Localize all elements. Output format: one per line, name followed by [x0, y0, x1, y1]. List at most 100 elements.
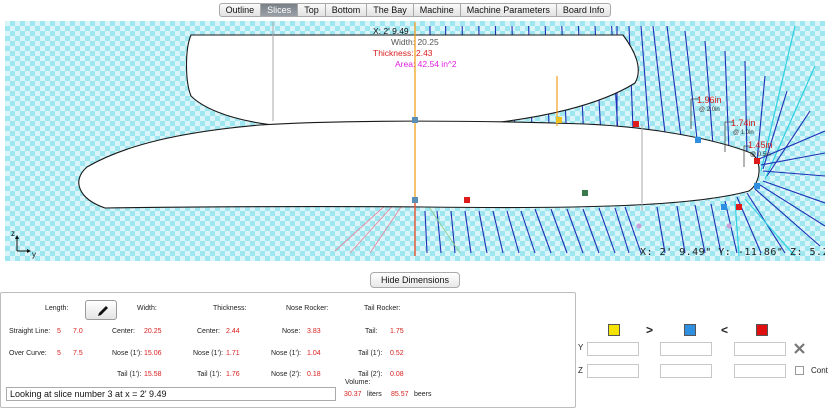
tab-top[interactable]: Top [298, 4, 326, 16]
nose-label: Nose: [282, 328, 301, 335]
slice-station-line [704, 40, 714, 146]
slice-station-line [534, 208, 552, 254]
red-point-swatch[interactable] [756, 324, 768, 336]
tab-bar: Outline Slices Top Bottom The Bay Machine Mach… [218, 3, 612, 17]
slice-station-line [640, 25, 650, 132]
hide-dimensions-button[interactable]: Hide Dimensions [369, 272, 461, 288]
straight-line-ft: 5 [57, 328, 61, 335]
tab-outline[interactable]: Outline [220, 4, 262, 16]
slice-readout: X: 2' 9.49 Width: 20.25 Thickness: 2.43 … [373, 26, 457, 70]
slice-station-line [566, 208, 584, 254]
control-point[interactable] [412, 117, 418, 123]
control-point[interactable] [754, 158, 760, 164]
tail-rocker-label: Tail Rocker: [364, 305, 401, 312]
straight-line-in: 7.0 [73, 328, 83, 335]
control-point[interactable] [582, 190, 588, 196]
close-icon[interactable] [794, 343, 805, 354]
blue-point-swatch[interactable] [684, 324, 696, 336]
chevron-left-icon[interactable]: < [721, 323, 728, 337]
slice-station-line [762, 180, 825, 204]
control-point[interactable] [736, 204, 742, 210]
y-input-1[interactable] [587, 342, 639, 356]
pencil-icon [98, 306, 108, 316]
over-curve-label: Over Curve: [9, 350, 47, 357]
z-axis-label: z [11, 229, 15, 238]
y-input-2[interactable] [660, 342, 712, 356]
slices-canvas[interactable]: z y 1.96in @ 2.0in 1.74in @ 1.0in 1.45in… [5, 21, 825, 261]
over-curve-in: 7.5 [73, 350, 83, 357]
width-tail: 15.58 [144, 371, 162, 378]
control-point[interactable] [464, 197, 470, 203]
dimensions-panel: Length: Width: Thickness: Nose Rocker: T… [0, 292, 576, 408]
nose-value: 3.83 [307, 328, 321, 335]
continuous-checkbox[interactable] [795, 366, 804, 375]
tail2-value: 0.08 [390, 371, 404, 378]
thick-nose-label: Nose (1'): [193, 350, 224, 357]
y-input-3[interactable] [734, 342, 786, 356]
slice-station-line [369, 200, 406, 254]
slice-station-line [614, 207, 630, 254]
thick-center: 2.44 [226, 328, 240, 335]
rail-dim-label: 1.45in [748, 140, 773, 150]
slice-station-line [744, 60, 748, 156]
thickness-label: Thickness: [213, 305, 247, 312]
slice-station-line [349, 200, 398, 254]
volume-beers: 85.57 [391, 391, 409, 398]
z-field-label: Z [578, 366, 583, 375]
slice-station-line [492, 210, 504, 254]
slice-station-line [424, 200, 461, 254]
thick-tail: 1.76 [226, 371, 240, 378]
control-point[interactable] [721, 204, 727, 210]
slice-x: X: 2' 9.49 [373, 26, 409, 36]
nose2-label: Nose (2'): [271, 371, 302, 378]
z-input-3[interactable] [734, 364, 786, 378]
control-point[interactable] [695, 137, 701, 143]
rail-dim-sub: @ 1.0in [733, 130, 754, 136]
slice-area: Area: 42.54 in^2 [395, 59, 457, 69]
chevron-right-icon[interactable]: > [646, 323, 653, 337]
control-point[interactable] [633, 121, 639, 127]
edit-length-button[interactable] [85, 300, 117, 320]
volume-label: Volume: [345, 379, 371, 386]
tab-machine-parameters[interactable]: Machine Parameters [461, 4, 557, 16]
thick-tail-label: Tail (1'): [197, 371, 222, 378]
slice-station-line [506, 210, 520, 254]
slice-station-line [334, 201, 390, 252]
tab-slices[interactable]: Slices [261, 4, 299, 16]
width-center-label: Center: [112, 328, 135, 335]
tab-machine[interactable]: Machine [414, 4, 461, 16]
continuous-label: Cont [811, 366, 828, 375]
slice-station-line [724, 50, 730, 152]
width-center: 20.25 [144, 328, 162, 335]
nose-rocker-label: Nose Rocker: [286, 305, 329, 312]
z-input-2[interactable] [660, 364, 712, 378]
point-editor-panel: > < Y Z Cont [578, 292, 830, 408]
tab-bottom[interactable]: Bottom [326, 4, 368, 16]
slice-station-line [520, 210, 536, 254]
control-point[interactable] [412, 197, 418, 203]
over-curve-ft: 5 [57, 350, 61, 357]
nose1-value: 1.04 [307, 350, 321, 357]
y-field-label: Y [578, 343, 584, 352]
slice-station-line [598, 207, 616, 254]
slice-station-line [424, 210, 428, 254]
width-nose-label: Nose (1'): [112, 350, 143, 357]
tab-board-info[interactable]: Board Info [557, 4, 611, 16]
width-label: Width: [137, 305, 157, 312]
rail-dim-label: 1.96in [697, 95, 722, 105]
slice-station-line [582, 208, 600, 254]
control-point[interactable] [556, 117, 562, 123]
slice-station-line [436, 210, 442, 254]
rail-dim-sub: @ 2.0in [699, 107, 720, 113]
slice-station-line [666, 25, 682, 138]
slice-thickness: Thickness: 2.43 [373, 48, 433, 58]
volume-liters: 30.37 [344, 391, 362, 398]
slice-station-line [550, 208, 568, 254]
control-point[interactable] [754, 183, 760, 189]
yellow-point-swatch[interactable] [608, 324, 620, 336]
beers-label: beers [414, 391, 432, 398]
status-field[interactable]: Looking at slice number 3 at x = 2' 9.49 [6, 387, 336, 401]
slice-station-line [676, 205, 686, 254]
z-input-1[interactable] [587, 364, 639, 378]
tab-the-bay[interactable]: The Bay [367, 4, 414, 16]
